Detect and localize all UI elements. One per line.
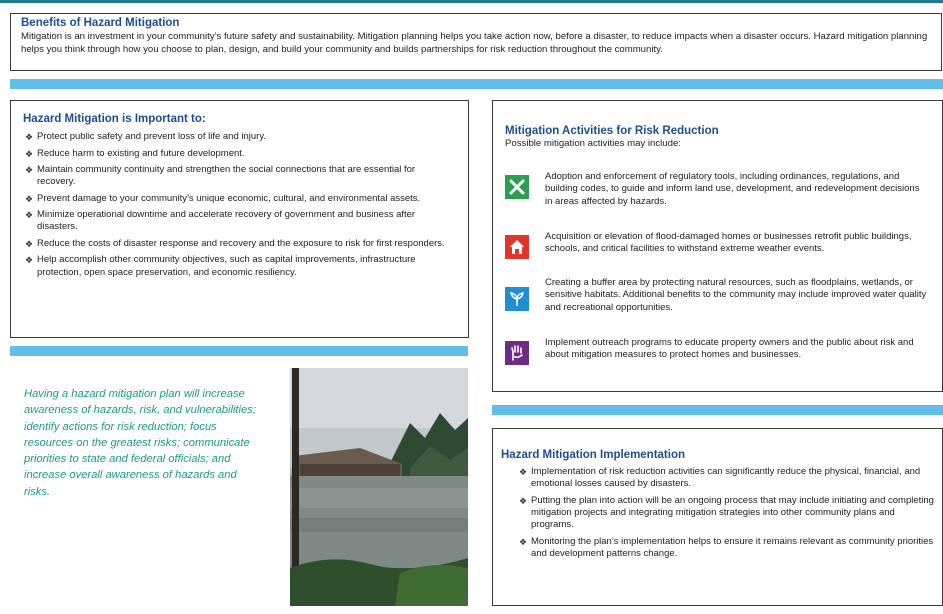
- list-item: ❖ Prevent damage to your community’s uniq…: [25, 192, 421, 204]
- list-item: ❖ Maintain community continuity and stren…: [25, 164, 416, 188]
- plant-icon: [505, 287, 529, 311]
- benefits-text: Mitigation is an investment in your comm…: [21, 31, 928, 55]
- diamond-bullet-icon: ❖: [25, 210, 34, 221]
- activities-title: Mitigation Activities for Risk Reduction: [505, 125, 719, 137]
- divider-band: [10, 79, 943, 89]
- list-item: ❖ Monitoring the plan’s implementation he…: [519, 535, 934, 559]
- house-icon: [505, 235, 529, 259]
- importance-title: Hazard Mitigation is Important to:: [23, 113, 206, 125]
- benefits-title: Benefits of Hazard Mitigation: [21, 17, 180, 29]
- list-item: ❖ Help accomplish other community objecti…: [25, 254, 416, 278]
- activities-subtitle: Possible mitigation activities may inclu…: [505, 138, 681, 149]
- diamond-bullet-icon: ❖: [25, 255, 34, 266]
- flood-photo-image: [290, 368, 468, 606]
- activity-text: Adoption and enforcement of regulatory t…: [545, 171, 920, 207]
- diamond-bullet-icon: ❖: [25, 165, 34, 175]
- diamond-bullet-icon: ❖: [25, 148, 34, 159]
- activities-section: Mitigation Activities for Risk Reduction…: [492, 100, 943, 392]
- list-item: ❖ Reduce the costs of disaster response a…: [25, 237, 445, 249]
- divider-band: [10, 346, 468, 356]
- diamond-bullet-icon: ❖: [25, 132, 34, 142]
- list-item: ❖ Reduce harm to existing and future deve…: [25, 147, 245, 159]
- tools-icon: [505, 175, 529, 199]
- importance-list: ❖ Protect public safety and prevent loss …: [23, 131, 456, 279]
- activity-text: Acquisition or elevation of flood-damage…: [545, 231, 912, 255]
- hand-icon: [505, 341, 529, 365]
- diamond-bullet-icon: ❖: [519, 495, 528, 506]
- implementation-title: Hazard Mitigation Implementation: [501, 449, 686, 461]
- implementation-list: ❖ Implementation of risk reduction activi…: [501, 466, 934, 560]
- plan-quote: Having a hazard mitigation plan will inc…: [24, 388, 256, 498]
- flood-photo: [290, 368, 468, 606]
- list-item: ❖ Implementation of risk reduction activi…: [519, 466, 921, 490]
- list-item: ❖ Minimize operational downtime and accel…: [25, 209, 416, 233]
- implementation-section: Hazard Mitigation Implementation ❖ Implem…: [492, 428, 943, 606]
- diamond-bullet-icon: ❖: [25, 238, 34, 249]
- divider-band: [492, 405, 943, 415]
- diamond-bullet-icon: ❖: [519, 536, 528, 547]
- diamond-bullet-icon: ❖: [519, 467, 528, 477]
- top-rule: [0, 0, 943, 3]
- benefits-section: Benefits of Hazard Mitigation Mitigation…: [10, 13, 942, 71]
- activity-text: Creating a buffer area by protecting nat…: [545, 277, 927, 313]
- importance-section: Hazard Mitigation is Important to: ❖ Prot…: [10, 100, 469, 338]
- activity-text: Implement outreach programs to educate p…: [545, 337, 914, 361]
- list-item: ❖ Protect public safety and prevent loss …: [25, 131, 267, 142]
- diamond-bullet-icon: ❖: [25, 193, 34, 204]
- list-item: ❖ Putting the plan into action will be an…: [519, 494, 934, 531]
